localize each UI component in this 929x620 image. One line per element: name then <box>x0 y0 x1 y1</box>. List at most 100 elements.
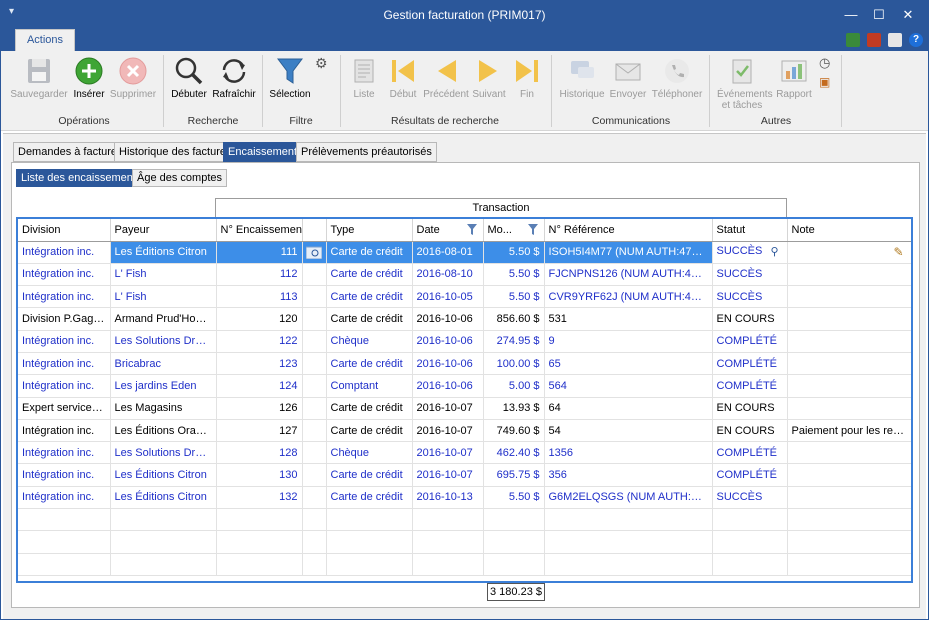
cell-no[interactable]: 128 <box>216 441 303 465</box>
cell-reference[interactable]: 9 <box>544 330 713 353</box>
cell-payeur[interactable]: L' Fish <box>110 285 217 309</box>
clock-icon[interactable]: ◷ <box>819 55 830 71</box>
cell-statut[interactable]: COMPLÉTÉ <box>712 463 788 487</box>
cell-lookup[interactable] <box>302 397 327 420</box>
phone-button[interactable]: Téléphoner <box>649 55 705 100</box>
cell-no[interactable]: 126 <box>216 397 303 420</box>
cell-type[interactable]: Carte de crédit <box>326 307 413 331</box>
table-row[interactable]: Intégration inc. L' Fish 113 Carte de crédi… <box>18 285 911 309</box>
send-button[interactable]: Envoyer <box>609 55 647 100</box>
table-row[interactable]: Intégration inc. Les Éditions Citron 132 Ca… <box>18 486 911 510</box>
cell-montant[interactable]: 13.93 $ <box>483 397 545 420</box>
table-row[interactable]: Intégration inc. Les jardins Eden 124 Compt… <box>18 374 911 398</box>
cell-date[interactable]: 2016-10-07 <box>412 463 484 487</box>
cell-montant[interactable]: 695.75 $ <box>483 463 545 487</box>
cell-reference[interactable]: ISOH5I4M77 (NUM AUTH:475318) <box>544 241 713 264</box>
cell-payeur[interactable]: L' Fish <box>110 263 217 287</box>
cell-note[interactable] <box>787 330 911 353</box>
column-header-division[interactable]: Division <box>18 219 111 242</box>
cell-lookup[interactable] <box>302 330 327 353</box>
cell-note[interactable] <box>787 441 911 465</box>
cell-payeur[interactable]: Les Éditions Citron <box>110 486 217 510</box>
cell-payeur[interactable]: Les Solutions Drôles <box>110 441 217 465</box>
cell-date[interactable]: 2016-10-07 <box>412 419 484 443</box>
tab-age-des-comptes[interactable]: Âge des comptes <box>132 169 227 187</box>
cell-note[interactable] <box>787 397 911 420</box>
cell-montant[interactable]: 5.50 $ <box>483 486 545 510</box>
cell-division[interactable]: Intégration inc. <box>18 241 111 264</box>
cell-date[interactable]: 2016-10-13 <box>412 486 484 510</box>
cell-note[interactable] <box>787 374 911 398</box>
cell-lookup[interactable] <box>302 241 327 264</box>
cell-no[interactable]: 124 <box>216 374 303 398</box>
calculator-icon[interactable] <box>846 33 860 47</box>
cell-type[interactable]: Chèque <box>326 441 413 465</box>
report-button[interactable]: Rapport <box>771 55 817 100</box>
cell-statut[interactable]: COMPLÉTÉ <box>712 441 788 465</box>
cell-payeur[interactable]: Les Magasins <box>110 397 217 420</box>
calendar-icon[interactable] <box>867 33 881 47</box>
save-button[interactable]: Sauvegarder <box>9 55 69 100</box>
cell-statut[interactable]: COMPLÉTÉ <box>712 330 788 353</box>
cell-division[interactable]: Intégration inc. <box>18 352 111 376</box>
cell-lookup[interactable] <box>302 463 327 487</box>
cell-reference[interactable]: CVR9YRF62J (NUM AUTH:475318) <box>544 285 713 309</box>
table-row[interactable]: Intégration inc. Bricabrac 123 Carte de cré… <box>18 352 911 376</box>
cell-type[interactable]: Carte de crédit <box>326 486 413 510</box>
cell-montant[interactable]: 5.50 $ <box>483 263 545 287</box>
cell-type[interactable]: Carte de crédit <box>326 352 413 376</box>
cell-no[interactable]: 112 <box>216 263 303 287</box>
cell-payeur[interactable]: Les Éditions Citron <box>110 241 217 264</box>
cell-payeur[interactable]: Armand Prud'Homme <box>110 307 217 331</box>
cell-note[interactable] <box>787 463 911 487</box>
next-button[interactable]: Suivant <box>471 55 507 100</box>
cell-division[interactable]: Intégration inc. <box>18 441 111 465</box>
cell-reference[interactable]: 564 <box>544 374 713 398</box>
cell-division[interactable]: Intégration inc. <box>18 419 111 443</box>
folder-search-icon[interactable] <box>305 245 322 260</box>
column-header-statut[interactable]: Statut <box>712 219 788 242</box>
tab-actions[interactable]: Actions <box>15 29 75 51</box>
close-button[interactable]: ✕ <box>894 5 922 25</box>
cell-date[interactable]: 2016-10-06 <box>412 330 484 353</box>
cell-no[interactable]: 130 <box>216 463 303 487</box>
column-header-lookup[interactable] <box>302 219 327 242</box>
column-header-note[interactable]: Note <box>787 219 911 242</box>
cell-statut[interactable]: SUCCÈS ⚲ <box>712 241 788 264</box>
cell-date[interactable]: 2016-10-06 <box>412 374 484 398</box>
cell-payeur[interactable]: Les Éditions Orange <box>110 419 217 443</box>
cell-division[interactable]: Intégration inc. <box>18 374 111 398</box>
cell-division[interactable]: Intégration inc. <box>18 330 111 353</box>
table-row[interactable]: Intégration inc. Les Solutions Drôles 122 C… <box>18 330 911 353</box>
cell-division[interactable]: Intégration inc. <box>18 263 111 287</box>
first-button[interactable]: Début <box>385 55 421 100</box>
table-row[interactable]: Division P.Gagnon Armand Prud'Homme 120 Car… <box>18 307 911 331</box>
filter-funnel-icon[interactable] <box>466 224 477 235</box>
cell-lookup[interactable] <box>302 419 327 443</box>
filter-settings-gear-icon[interactable]: ⚙ <box>315 55 328 72</box>
cell-division[interactable]: Division P.Gagnon <box>18 307 111 331</box>
cell-statut[interactable]: EN COURS <box>712 397 788 420</box>
cell-date[interactable]: 2016-10-06 <box>412 307 484 331</box>
maximize-button[interactable]: ☐ <box>865 5 893 25</box>
cell-no[interactable]: 111 <box>216 241 303 264</box>
cell-montant[interactable]: 100.00 $ <box>483 352 545 376</box>
tab-prelevements-preautorises[interactable]: Prélèvements préautorisés <box>296 142 437 162</box>
cell-reference[interactable]: 54 <box>544 419 713 443</box>
cell-type[interactable]: Carte de crédit <box>326 241 413 264</box>
cell-type[interactable]: Carte de crédit <box>326 285 413 309</box>
tab-liste-des-encaissements[interactable]: Liste des encaissements <box>16 169 147 187</box>
cell-reference[interactable]: 356 <box>544 463 713 487</box>
cell-date[interactable]: 2016-10-06 <box>412 352 484 376</box>
column-header-type[interactable]: Type <box>326 219 413 242</box>
cell-note[interactable] <box>787 263 911 287</box>
cell-payeur[interactable]: Les Éditions Citron <box>110 463 217 487</box>
cell-montant[interactable]: 856.60 $ <box>483 307 545 331</box>
cell-reference[interactable]: 65 <box>544 352 713 376</box>
cell-lookup[interactable] <box>302 263 327 287</box>
cell-no[interactable]: 120 <box>216 307 303 331</box>
table-row[interactable]: Intégration inc. Les Solutions Drôles 128 C… <box>18 441 911 465</box>
last-button[interactable]: Fin <box>509 55 545 100</box>
cell-payeur[interactable]: Les Solutions Drôles <box>110 330 217 353</box>
cell-statut[interactable]: EN COURS <box>712 307 788 331</box>
